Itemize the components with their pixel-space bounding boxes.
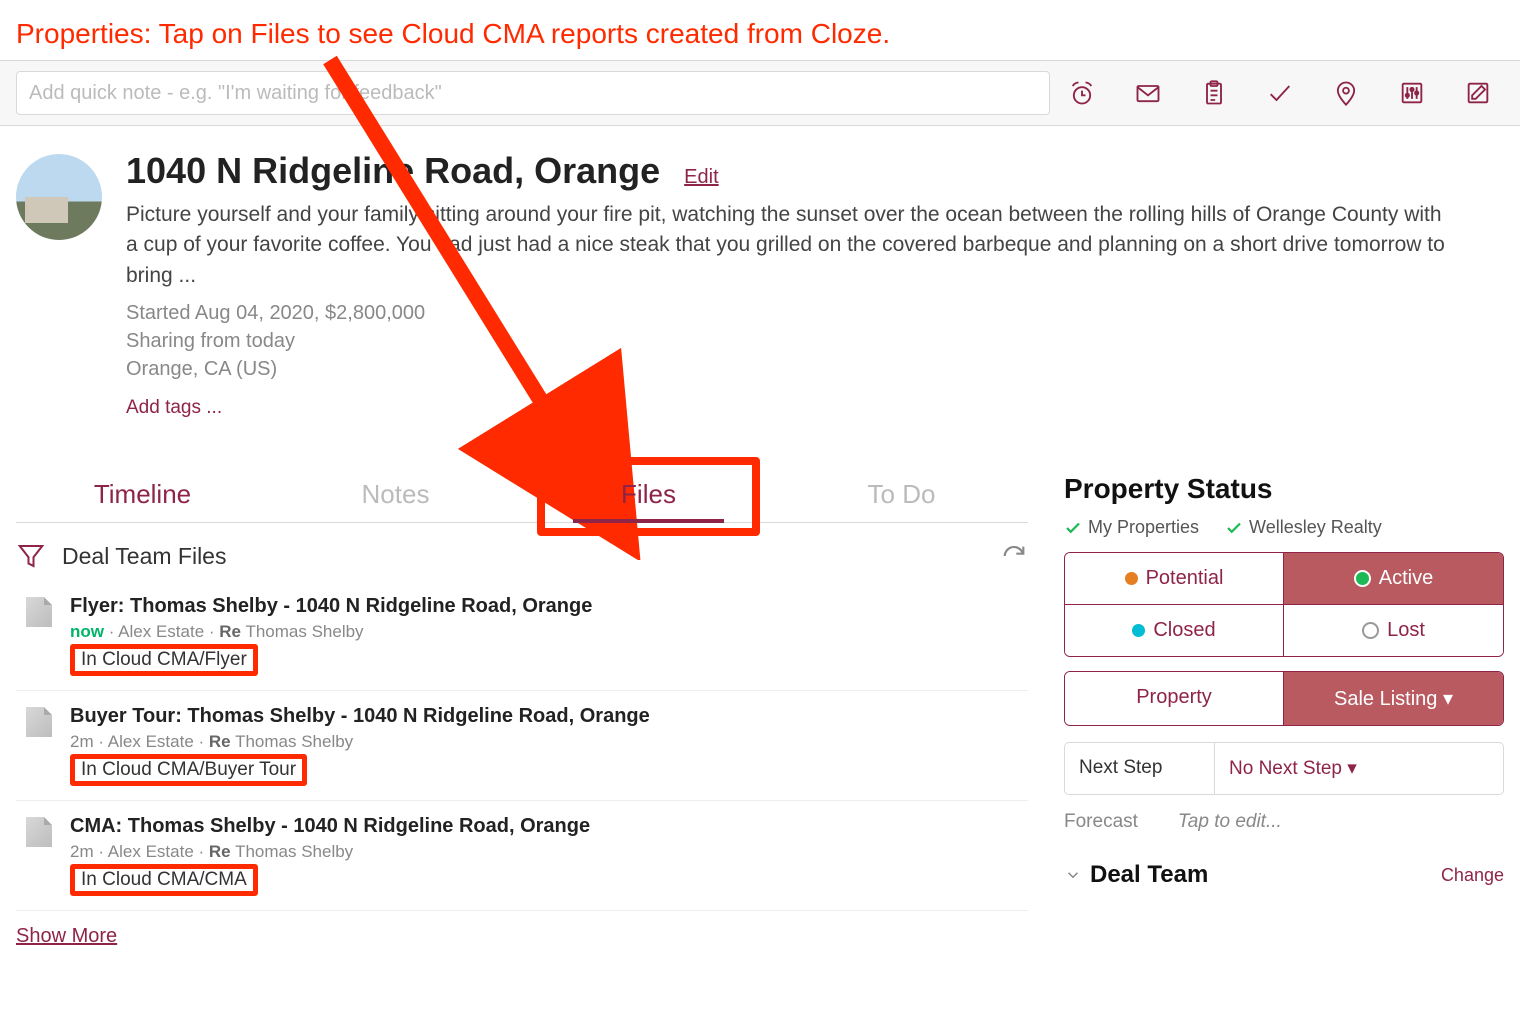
next-step-row: Next Step No Next Step ▾	[1064, 742, 1504, 795]
status-closed[interactable]: Closed	[1065, 605, 1284, 656]
file-title: Flyer: Thomas Shelby - 1040 N Ridgeline …	[70, 595, 1028, 618]
next-step-label: Next Step	[1065, 743, 1215, 794]
file-subtitle: now · Alex Estate · Re Thomas Shelby	[70, 622, 1028, 642]
status-checks: My Properties Wellesley Realty	[1064, 517, 1504, 538]
deal-team-change[interactable]: Change	[1441, 865, 1504, 886]
mail-icon[interactable]	[1132, 77, 1164, 109]
property-location: Orange, CA (US)	[126, 355, 1504, 383]
files-section-title: Deal Team Files	[62, 543, 226, 570]
file-subtitle: 2m · Alex Estate · Re Thomas Shelby	[70, 732, 1028, 752]
property-description: Picture yourself and your family sitting…	[126, 200, 1446, 291]
type-property[interactable]: Property	[1065, 672, 1284, 725]
add-tags-link[interactable]: Add tags ...	[126, 397, 1504, 419]
tab-files[interactable]: Files	[522, 471, 775, 522]
filter-icon[interactable]	[16, 541, 46, 571]
pin-icon[interactable]	[1330, 77, 1362, 109]
file-icon	[26, 707, 52, 737]
status-potential[interactable]: Potential	[1065, 553, 1284, 605]
edit-link[interactable]: Edit	[684, 166, 718, 189]
reminder-icon[interactable]	[1066, 77, 1098, 109]
quick-note-input[interactable]	[16, 71, 1050, 115]
forecast-value[interactable]: Tap to edit...	[1178, 811, 1282, 833]
tab-timeline[interactable]: Timeline	[16, 471, 269, 522]
file-item[interactable]: Buyer Tour: Thomas Shelby - 1040 N Ridge…	[16, 691, 1028, 801]
refresh-icon[interactable]	[1000, 542, 1028, 570]
annotation-banner: Properties: Tap on Files to see Cloud CM…	[0, 0, 1520, 60]
file-subtitle: 2m · Alex Estate · Re Thomas Shelby	[70, 842, 1028, 862]
status-lost[interactable]: Lost	[1284, 605, 1503, 656]
compose-icon[interactable]	[1462, 77, 1494, 109]
annotation-highlight-location: In Cloud CMA/Buyer Tour	[70, 754, 307, 786]
file-title: Buyer Tour: Thomas Shelby - 1040 N Ridge…	[70, 705, 1028, 728]
check-icon[interactable]	[1264, 77, 1296, 109]
tab-notes[interactable]: Notes	[269, 471, 522, 522]
file-location: In Cloud CMA/CMA	[81, 869, 247, 890]
file-item[interactable]: CMA: Thomas Shelby - 1040 N Ridgeline Ro…	[16, 801, 1028, 911]
file-location: In Cloud CMA/Flyer	[81, 649, 247, 670]
type-row: Property Sale Listing ▾	[1064, 671, 1504, 726]
annotation-highlight-location: In Cloud CMA/Flyer	[70, 644, 258, 676]
file-icon	[26, 817, 52, 847]
file-icon	[26, 597, 52, 627]
file-location: In Cloud CMA/Buyer Tour	[81, 759, 296, 780]
property-sharing: Sharing from today	[126, 327, 1504, 355]
property-header: 1040 N Ridgeline Road, Orange Edit Pictu…	[0, 126, 1520, 431]
tab-todo[interactable]: To Do	[775, 471, 1028, 522]
chevron-down-icon	[1064, 866, 1082, 884]
property-avatar	[16, 154, 102, 240]
clipboard-icon[interactable]	[1198, 77, 1230, 109]
property-status-title: Property Status	[1064, 473, 1504, 505]
tab-files-label: Files	[621, 479, 676, 509]
forecast-row[interactable]: Forecast Tap to edit...	[1064, 811, 1504, 833]
property-started: Started Aug 04, 2020, $2,800,000	[126, 299, 1504, 327]
type-sale-listing[interactable]: Sale Listing ▾	[1284, 672, 1503, 725]
property-title: 1040 N Ridgeline Road, Orange	[126, 150, 660, 192]
sliders-icon[interactable]	[1396, 77, 1428, 109]
toolbar	[0, 60, 1520, 126]
status-active[interactable]: Active	[1284, 553, 1503, 605]
check-my-properties[interactable]: My Properties	[1064, 517, 1199, 538]
file-item[interactable]: Flyer: Thomas Shelby - 1040 N Ridgeline …	[16, 581, 1028, 691]
file-title: CMA: Thomas Shelby - 1040 N Ridgeline Ro…	[70, 815, 1028, 838]
show-more-link[interactable]: Show More	[16, 925, 117, 948]
next-step-value[interactable]: No Next Step ▾	[1215, 743, 1503, 794]
tabs: Timeline Notes Files To Do	[16, 471, 1028, 523]
status-grid: Potential Active Closed Lost	[1064, 552, 1504, 657]
deal-team-row[interactable]: Deal Team Change	[1064, 861, 1504, 889]
annotation-highlight-location: In Cloud CMA/CMA	[70, 864, 258, 896]
deal-team-title: Deal Team	[1090, 861, 1208, 889]
forecast-label: Forecast	[1064, 811, 1138, 833]
check-wellesley[interactable]: Wellesley Realty	[1225, 517, 1382, 538]
